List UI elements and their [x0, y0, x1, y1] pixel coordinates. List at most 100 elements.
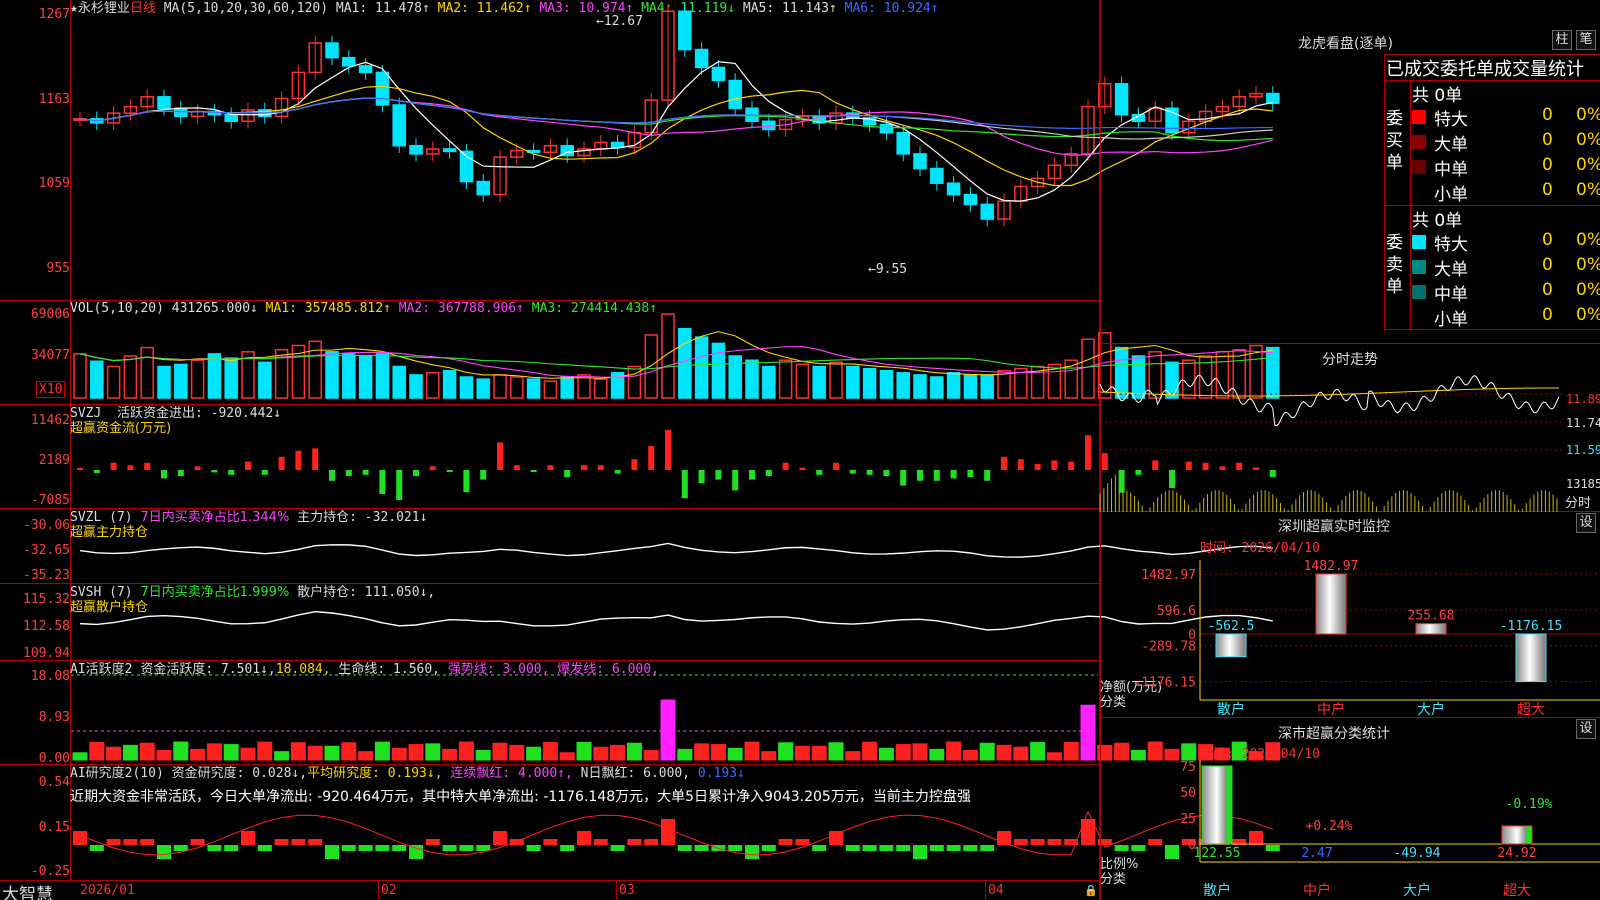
ai1-bar-16: [341, 742, 357, 761]
sell-swatch-0: [1412, 235, 1426, 249]
monitor-label-0: -562.5: [1208, 619, 1255, 634]
monitor-label-3: -1176.15: [1500, 619, 1563, 634]
vol-bar-23: [459, 376, 474, 399]
ai2-bar-43: [795, 839, 810, 845]
ai1-bar-15: [324, 745, 340, 761]
svzj-bar-52: [950, 470, 957, 479]
ai1-bar-12: [274, 751, 290, 761]
candle-body-36: [678, 10, 692, 51]
intraday-svg[interactable]: [1099, 366, 1565, 512]
ai1-bar-21: [425, 743, 441, 761]
ai1-bar-40: [744, 741, 760, 761]
svzj-bar-54: [984, 470, 991, 481]
vol-bar-16: [342, 353, 356, 399]
ai1-bar-45: [828, 742, 844, 761]
ai2-bar-41: [761, 845, 776, 851]
ai2-bar-33: [627, 839, 642, 845]
vol-bar-53: [963, 374, 978, 399]
svzj-bar-44: [816, 470, 823, 475]
intraday-tab[interactable]: 分时: [1565, 492, 1591, 511]
sell-total: 共 0单: [1412, 211, 1463, 231]
ai1-bar-25: [492, 742, 508, 761]
candle-body-37: [694, 48, 709, 69]
ai1-bar-50: [912, 743, 928, 761]
ai2-bar-23: [459, 845, 474, 851]
sell-row-1-p: 0%: [1576, 255, 1600, 275]
vol-bar-26: [510, 376, 524, 399]
ai1-bar-18: [374, 741, 390, 761]
vol-bar-0: [73, 353, 87, 399]
main-chart-svg[interactable]: [0, 0, 1281, 900]
vol-bar-48: [879, 369, 894, 399]
svzj-bar-49: [900, 470, 907, 486]
ai2-bar-53: [963, 845, 978, 851]
svzj-bar-40: [749, 470, 755, 480]
svzj-bar-6: [177, 470, 184, 476]
classify-cat-3: 超大: [1503, 883, 1531, 899]
intraday-axis-3: 11.59: [1566, 443, 1600, 457]
vol-bar-3: [123, 355, 138, 399]
svzj-bar-18: [379, 470, 386, 494]
stats-header: 已成交委托单成交量统计: [1386, 59, 1584, 80]
sell-row-3-p: 0%: [1576, 305, 1600, 325]
monitor-chart-svg[interactable]: 1482.97596.60-289.78-1176.15-562.5散户1482…: [1100, 559, 1600, 718]
ai1-bar-30: [576, 741, 592, 761]
ai1-bar-7: [190, 748, 206, 761]
candle-body-51: [930, 167, 944, 184]
ai1-bar-1: [89, 741, 105, 761]
buy-row-2-v: 0: [1542, 155, 1553, 175]
ai1-bar-33: [626, 742, 642, 761]
svzj-bar-20: [413, 470, 419, 476]
svzj-bar-36: [681, 470, 688, 499]
vol-bar-19: [392, 365, 406, 399]
ai2-bar-11: [257, 845, 272, 851]
svzj-bar-29: [564, 470, 571, 478]
monitor-settings-button[interactable]: 设: [1576, 513, 1596, 533]
svzj-bar-22: [446, 470, 453, 472]
ai2-bar-5: [157, 845, 171, 859]
ai1-bar-60: [1080, 704, 1096, 761]
ai2-bar-4: [140, 839, 155, 845]
ai2-bar-37: [694, 845, 709, 851]
vol-bar-38: [711, 342, 726, 399]
tick-view-button[interactable]: 笔: [1576, 30, 1596, 50]
vol-bar-44: [812, 365, 826, 399]
svzj-bar-34: [648, 446, 655, 470]
candle-body-32: [610, 141, 625, 149]
bar-view-button[interactable]: 柱: [1552, 30, 1572, 50]
classify-settings-button[interactable]: 设: [1576, 719, 1596, 739]
svzj-bar-50: [917, 470, 923, 481]
ai1-bar-39: [727, 747, 743, 761]
buy-row-2-p: 0%: [1576, 155, 1600, 175]
candle-body-39: [728, 79, 742, 109]
buy-row-3-label: 小单: [1434, 185, 1468, 205]
svzj-bar-30: [581, 465, 587, 470]
ai1-bar-8: [206, 743, 222, 761]
vol-bar-21: [426, 372, 440, 399]
candle-body-48: [879, 123, 894, 134]
candle-body-38: [711, 66, 726, 82]
svzj-bar-4: [144, 462, 151, 470]
ai2-bar-36: [677, 845, 692, 851]
ai2-bar-3: [123, 839, 138, 845]
vol-bar-43: [795, 363, 810, 399]
candle-body-41: [762, 120, 776, 131]
ai1-bar-17: [358, 751, 374, 761]
ai2-bar-16: [341, 845, 356, 851]
intraday-axis-2: 11.74: [1566, 416, 1600, 430]
ai2-bar-31: [593, 839, 608, 845]
candle-body-19: [392, 104, 406, 147]
classify-cat-0: 散户: [1203, 882, 1231, 899]
svzj-bar-32: [614, 470, 621, 474]
monitor-bar-1: [1315, 573, 1347, 635]
ai1-bar-31: [593, 746, 609, 761]
svzj-bar-23: [463, 470, 470, 493]
sell-side-label: 委卖单: [1386, 233, 1403, 297]
intraday-vol-axis: 13185: [1566, 477, 1600, 491]
ai2-bar-51: [929, 845, 944, 851]
classify-pct-1: +0.24%: [1306, 819, 1353, 834]
sell-row-0-v: 0: [1542, 230, 1553, 250]
ai1-bar-28: [542, 741, 558, 761]
intra-price-line: [1099, 374, 1560, 427]
classify-chart-svg[interactable]: 7550250122.55散户+0.24%2.47中户-49.94大户-0.19…: [1100, 760, 1600, 900]
